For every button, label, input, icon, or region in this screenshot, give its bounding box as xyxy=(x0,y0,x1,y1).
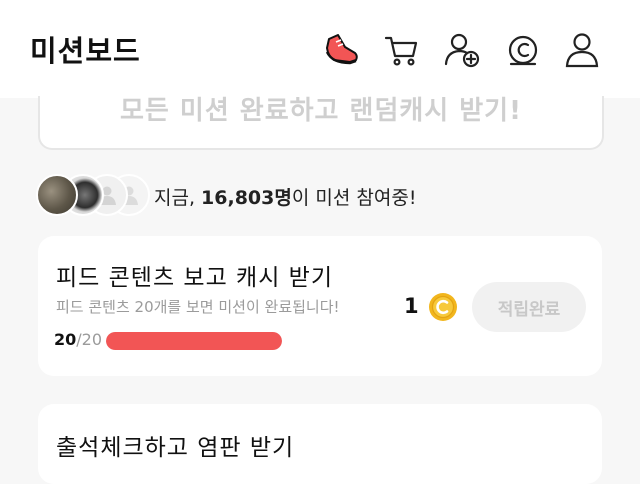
progress-bar xyxy=(106,332,282,350)
cart-icon[interactable] xyxy=(382,30,422,70)
mission-card[interactable]: 출석체크하고 염판 받기 xyxy=(38,404,602,484)
participants-prefix: 지금, xyxy=(154,187,202,209)
sneaker-icon[interactable] xyxy=(322,30,362,70)
progress-label: 20/20 xyxy=(54,330,102,349)
page-title: 미션보드 xyxy=(30,34,141,68)
participants-status: 지금, 16,803명이 미션 참여중! xyxy=(154,183,416,210)
mission-title: 출석체크하고 염판 받기 xyxy=(56,435,295,461)
claim-complete-button[interactable]: 적립완료 xyxy=(472,282,586,332)
participant-count: 16,803명 xyxy=(201,187,292,209)
random-cash-banner[interactable]: 모든 미션 완료하고 랜덤캐시 받기! xyxy=(38,96,604,150)
profile-icon[interactable] xyxy=(562,30,602,70)
progress-fill xyxy=(106,332,282,350)
participants-row: 지금, 16,803명이 미션 참여중! xyxy=(36,174,596,218)
add-friend-icon[interactable] xyxy=(442,30,482,70)
mission-description: 피드 콘텐츠 20개를 보면 미션이 완료됩니다! xyxy=(56,298,340,316)
progress-current: 20 xyxy=(54,330,77,349)
coin-icon xyxy=(428,292,458,322)
banner-text: 모든 미션 완료하고 랜덤캐시 받기! xyxy=(120,96,522,126)
cash-coin-icon[interactable] xyxy=(503,30,543,70)
mission-title: 피드 콘텐츠 보고 캐시 받기 xyxy=(56,265,334,291)
participants-suffix: 이 미션 참여중! xyxy=(291,187,417,209)
app-header: 미션보드 xyxy=(0,0,640,98)
reward-count: 1 xyxy=(404,294,419,318)
avatar xyxy=(36,174,78,216)
mission-card[interactable]: 피드 콘텐츠 보고 캐시 받기 피드 콘텐츠 20개를 보면 미션이 완료됩니다… xyxy=(38,236,602,376)
progress-total: /20 xyxy=(76,330,103,349)
